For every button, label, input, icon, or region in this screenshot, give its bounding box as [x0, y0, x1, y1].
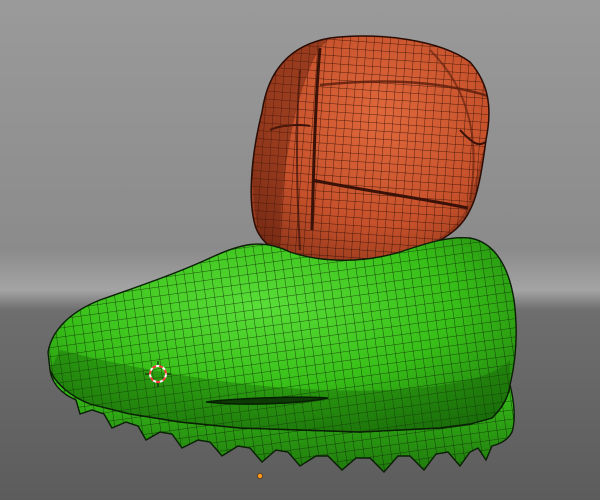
3d-viewport[interactable] — [0, 0, 600, 500]
viewport-canvas[interactable] — [0, 0, 600, 500]
object-origin-icon[interactable] — [257, 473, 263, 479]
